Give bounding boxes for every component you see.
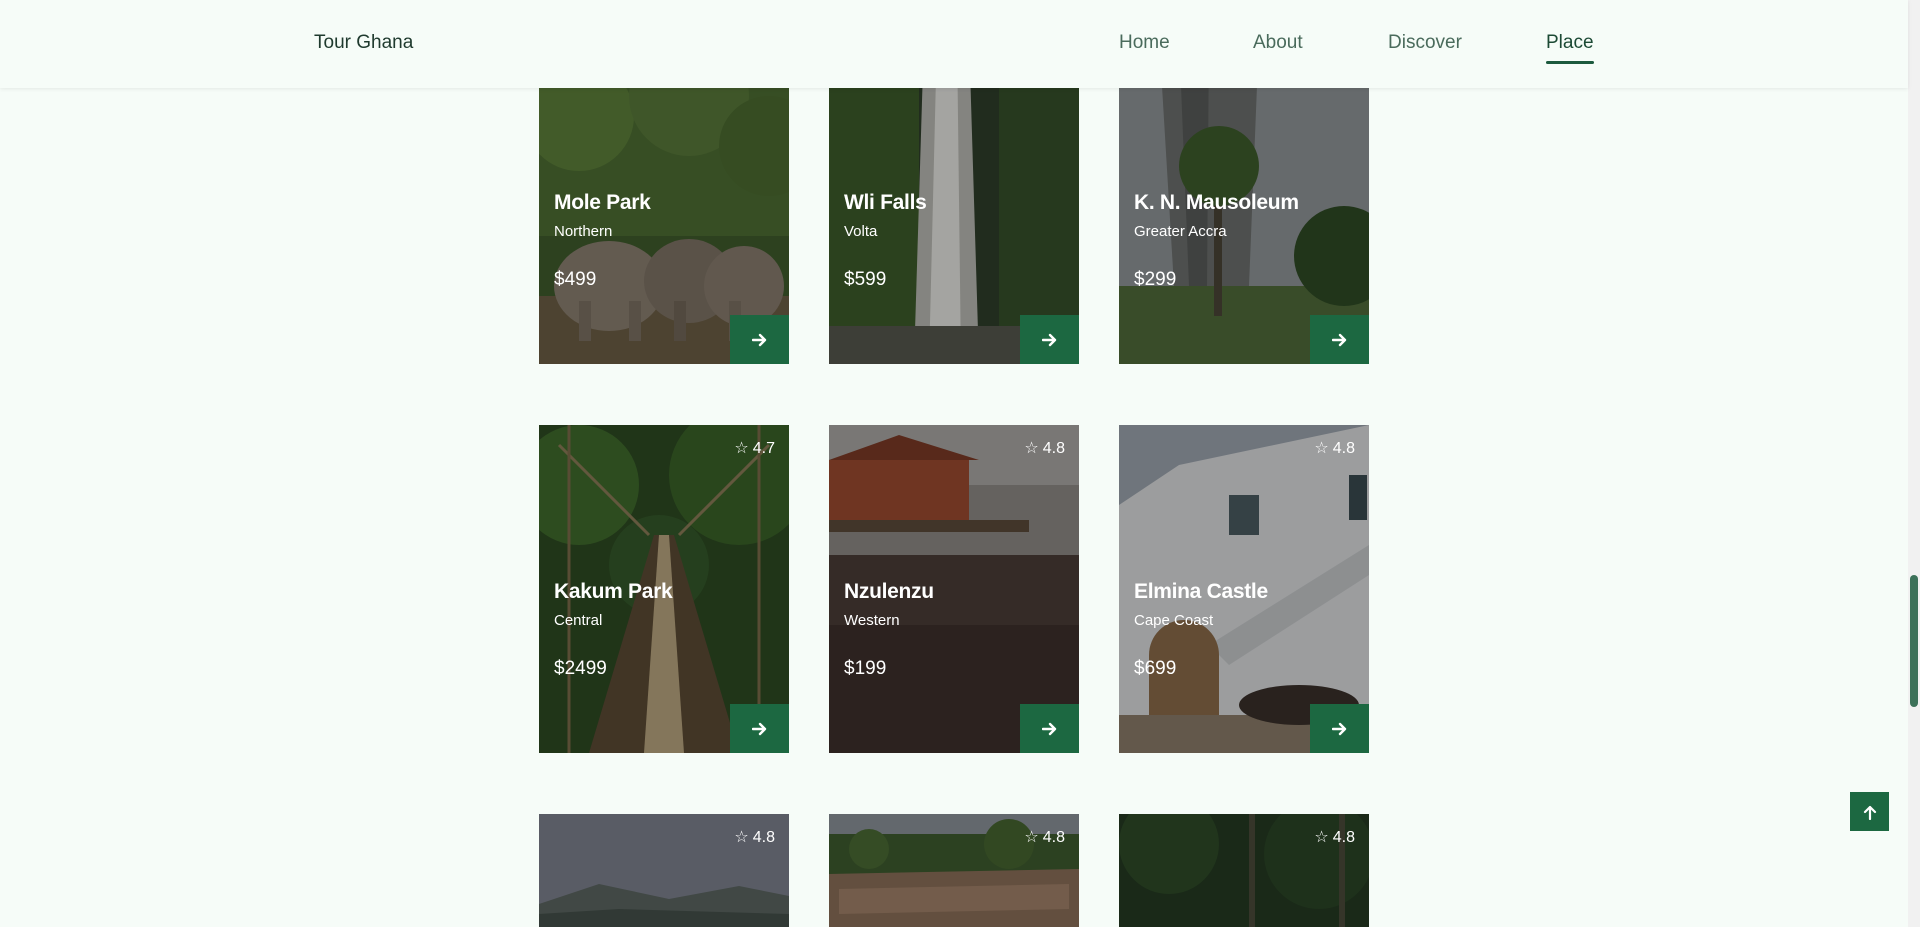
star-icon: ☆ <box>734 440 749 457</box>
star-icon: ☆ <box>1314 829 1329 846</box>
star-icon: ☆ <box>1314 440 1329 457</box>
place-region: Western <box>844 612 900 629</box>
place-card-9[interactable]: ☆ 4.8 <box>1119 814 1369 927</box>
scrollbar-thumb[interactable] <box>1910 575 1918 707</box>
scroll-top-button[interactable] <box>1850 792 1889 831</box>
place-rating: ☆ 4.8 <box>1024 829 1065 847</box>
place-rating: ☆ 4.8 <box>1314 440 1355 458</box>
place-price: $299 <box>1134 269 1177 290</box>
view-place-button[interactable] <box>730 315 789 364</box>
place-region: Northern <box>554 223 613 240</box>
arrow-right-icon <box>1331 722 1346 735</box>
place-region: Greater Accra <box>1134 223 1227 240</box>
place-price: $499 <box>554 269 597 290</box>
place-card-elmina-castle[interactable]: ☆ 4.8 Elmina Castle Cape Coast $699 <box>1119 425 1369 753</box>
star-icon: ☆ <box>734 829 749 846</box>
place-price: $199 <box>844 658 887 679</box>
nav-discover[interactable]: Discover <box>1388 32 1462 54</box>
nav-home[interactable]: Home <box>1119 32 1170 54</box>
place-region: Cape Coast <box>1134 612 1214 629</box>
place-card-7[interactable]: ☆ 4.8 <box>539 814 789 927</box>
place-rating: ☆ 4.8 <box>1024 440 1065 458</box>
star-icon: ☆ <box>1024 829 1039 846</box>
view-place-button[interactable] <box>1310 704 1369 753</box>
arrow-right-icon <box>1041 722 1056 735</box>
place-card-nzulenzu[interactable]: ☆ 4.8 Nzulenzu Western $199 <box>829 425 1079 753</box>
place-region: Volta <box>844 223 878 240</box>
nav-place[interactable]: Place <box>1546 32 1594 64</box>
arrow-right-icon <box>751 722 766 735</box>
place-name: Wli Falls <box>844 191 927 214</box>
place-price: $599 <box>844 269 887 290</box>
place-name: Nzulenzu <box>844 580 934 603</box>
view-place-button[interactable] <box>1020 315 1079 364</box>
place-region: Central <box>554 612 603 629</box>
view-place-button[interactable] <box>730 704 789 753</box>
rating-value: 4.8 <box>1332 440 1355 457</box>
place-name: Elmina Castle <box>1134 580 1268 603</box>
rating-value: 4.8 <box>752 829 775 846</box>
place-rating: ☆ 4.7 <box>734 440 775 458</box>
star-icon: ☆ <box>1024 440 1039 457</box>
page-scrollbar[interactable] <box>1908 0 1920 927</box>
place-name: Kakum Park <box>554 580 673 603</box>
place-rating: ☆ 4.8 <box>734 829 775 847</box>
place-name: K. N. Mausoleum <box>1134 191 1299 214</box>
place-price: $2499 <box>554 658 607 679</box>
view-place-button[interactable] <box>1310 315 1369 364</box>
place-card-8[interactable]: ☆ 4.8 <box>829 814 1079 927</box>
nav-about[interactable]: About <box>1253 32 1303 54</box>
site-header: Tour Ghana Home About Discover Place <box>0 0 1908 88</box>
arrow-right-icon <box>1331 333 1346 346</box>
rating-value: 4.8 <box>1332 829 1355 846</box>
rating-value: 4.8 <box>1042 440 1065 457</box>
site-logo[interactable]: Tour Ghana <box>314 32 413 54</box>
place-card-kakum-park[interactable]: ☆ 4.7 Kakum Park Central $2499 <box>539 425 789 753</box>
arrow-right-icon <box>751 333 766 346</box>
view-place-button[interactable] <box>1020 704 1079 753</box>
place-rating: ☆ 4.8 <box>1314 829 1355 847</box>
rating-value: 4.8 <box>1042 829 1065 846</box>
place-price: $699 <box>1134 658 1177 679</box>
place-name: Mole Park <box>554 191 651 214</box>
arrow-right-icon <box>1041 333 1056 346</box>
rating-value: 4.7 <box>752 440 775 457</box>
arrow-up-icon <box>1863 805 1876 820</box>
